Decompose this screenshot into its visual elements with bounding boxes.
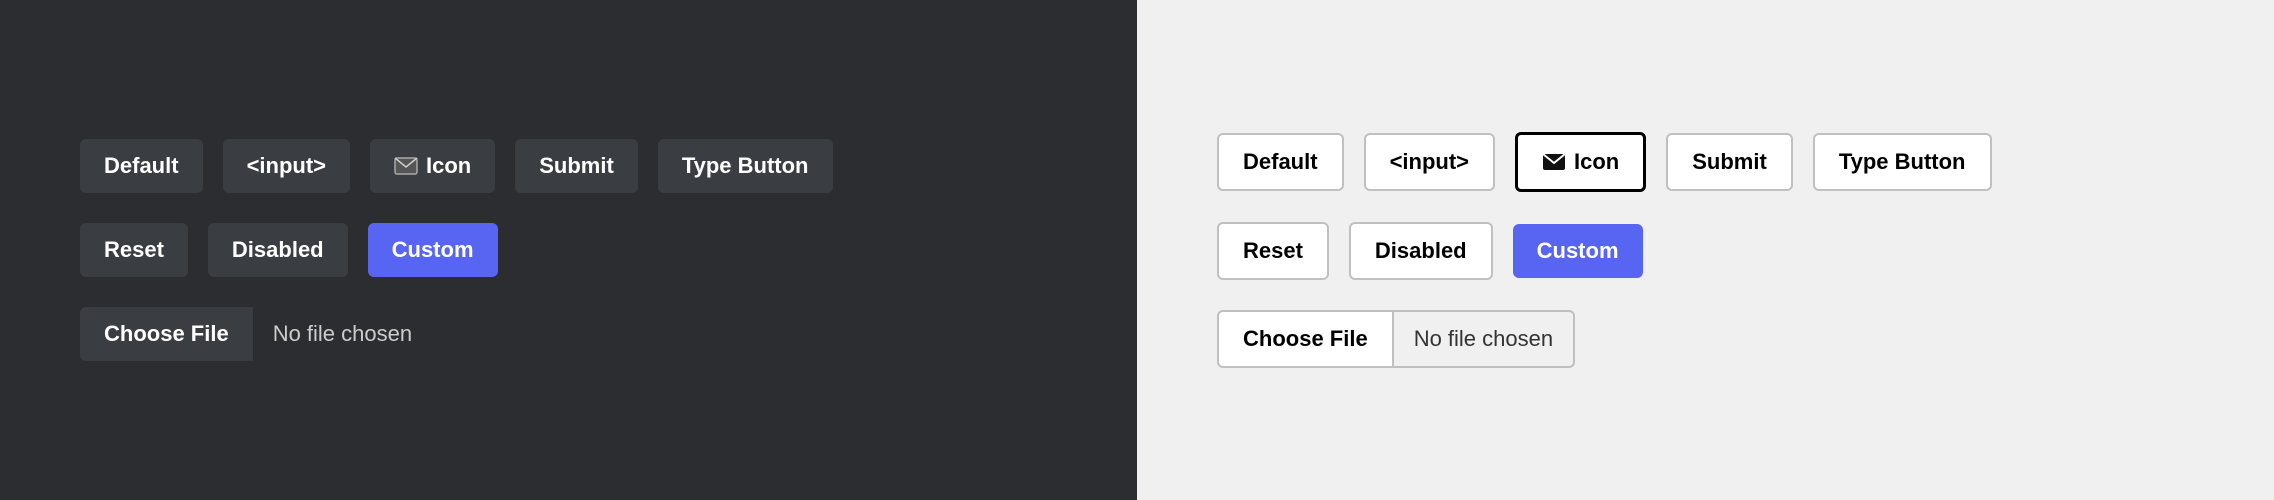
dark-type-button[interactable]: Type Button (658, 139, 833, 193)
dark-input-button[interactable]: <input> (223, 139, 350, 193)
mail-icon-light (1542, 153, 1566, 171)
dark-row1: Default <input> Icon Submit Type Button (80, 139, 833, 193)
light-panel: Default <input> Icon Submit Type Button … (1137, 0, 2274, 500)
light-file-input: Choose File No file chosen (1217, 310, 1575, 368)
dark-submit-button[interactable]: Submit (515, 139, 638, 193)
light-no-file-label: No file chosen (1394, 310, 1575, 368)
dark-custom-button[interactable]: Custom (368, 223, 498, 277)
light-submit-button[interactable]: Submit (1666, 133, 1793, 191)
dark-reset-button[interactable]: Reset (80, 223, 188, 277)
light-row1: Default <input> Icon Submit Type Button (1217, 132, 1992, 192)
dark-disabled-button[interactable]: Disabled (208, 223, 348, 277)
light-default-button[interactable]: Default (1217, 133, 1344, 191)
light-choose-file-button[interactable]: Choose File (1217, 310, 1394, 368)
dark-panel: Default <input> Icon Submit Type Button … (0, 0, 1137, 500)
mail-icon (394, 157, 418, 175)
light-reset-button[interactable]: Reset (1217, 222, 1329, 280)
light-type-button[interactable]: Type Button (1813, 133, 1992, 191)
dark-default-button[interactable]: Default (80, 139, 203, 193)
dark-choose-file-button[interactable]: Choose File (80, 307, 253, 361)
light-disabled-button[interactable]: Disabled (1349, 222, 1493, 280)
light-custom-button[interactable]: Custom (1513, 224, 1643, 278)
dark-icon-button[interactable]: Icon (370, 139, 495, 193)
dark-no-file-label: No file chosen (253, 307, 432, 361)
light-row2: Reset Disabled Custom (1217, 222, 1643, 280)
light-input-button[interactable]: <input> (1364, 133, 1495, 191)
dark-row2: Reset Disabled Custom (80, 223, 498, 277)
dark-file-input: Choose File No file chosen (80, 307, 432, 361)
light-icon-button[interactable]: Icon (1515, 132, 1646, 192)
